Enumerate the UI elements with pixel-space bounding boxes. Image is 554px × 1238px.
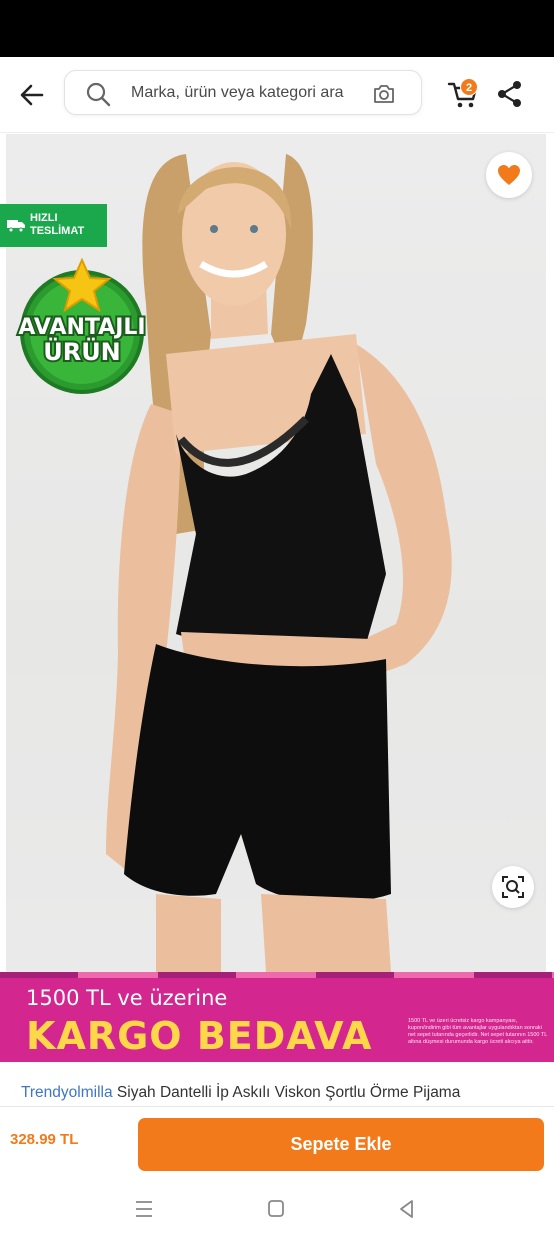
top-bar: 2 — [0, 57, 554, 133]
heart-icon — [498, 165, 520, 185]
promo-stripe — [0, 972, 554, 978]
search-icon — [86, 82, 111, 107]
system-nav-bar — [0, 1180, 554, 1238]
add-to-cart-button[interactable]: Sepete Ekle — [138, 1118, 544, 1171]
promo-line2: KARGO BEDAVA — [26, 1014, 373, 1058]
fast-delivery-badge: HIZLI TESLİMAT — [0, 204, 107, 247]
share-icon[interactable] — [496, 79, 524, 109]
favorite-button[interactable] — [486, 152, 532, 198]
back-button[interactable] — [14, 77, 50, 113]
advantage-line1: AVANTAJLI — [18, 315, 145, 340]
free-shipping-banner[interactable]: 1500 TL ve üzerine KARGO BEDAVA 1500 TL … — [0, 972, 554, 1062]
product-name: Siyah Dantelli İp Askılı Viskon Şortlu Ö… — [116, 1084, 461, 1101]
back-arrow-icon — [20, 84, 44, 106]
fast-delivery-line2: TESLİMAT — [30, 225, 85, 237]
image-zoom-button[interactable] — [492, 866, 534, 908]
promo-small-print: 1500 TL ve üzeri ücretsiz kargo kampanya… — [408, 1018, 548, 1045]
status-bar — [0, 0, 554, 57]
home-icon[interactable] — [264, 1198, 288, 1220]
truck-icon — [7, 220, 25, 233]
advantage-product-badge: AVANTAJLI ÜRÜN — [16, 258, 148, 394]
product-title: Trendyolmilla Siyah Dantelli İp Askılı V… — [21, 1084, 541, 1102]
price: 328.99 TL — [10, 1131, 79, 1148]
brand-link[interactable]: Trendyolmilla — [21, 1084, 113, 1101]
purchase-bar: 328.99 TL Sepete Ekle — [0, 1106, 554, 1180]
zoom-scan-icon — [502, 876, 524, 898]
recents-icon[interactable] — [132, 1198, 156, 1220]
promo-line1: 1500 TL ve üzerine — [26, 986, 228, 1010]
search-box[interactable] — [64, 70, 422, 115]
cart-count-badge: 2 — [460, 78, 478, 96]
visual-search-camera-icon[interactable] — [371, 81, 397, 107]
fast-delivery-line1: HIZLI — [30, 212, 58, 224]
search-input[interactable] — [131, 77, 371, 109]
back-nav-icon[interactable] — [395, 1198, 419, 1220]
advantage-line2: ÜRÜN — [43, 336, 121, 366]
